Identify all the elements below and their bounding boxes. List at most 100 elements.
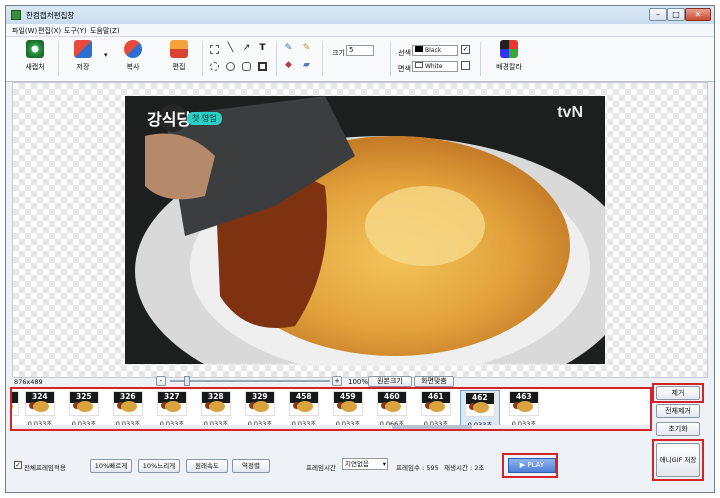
frame-thumbnail[interactable]: 324 0.033초 <box>20 390 60 429</box>
frame-thumbnail[interactable]: 4620.033초 <box>460 390 500 429</box>
fill-color-value: White <box>425 63 443 70</box>
frame-number: 458 <box>296 392 312 401</box>
frame-image: 327 <box>157 391 187 416</box>
line-color-label: 선색 <box>398 49 411 57</box>
save-icon <box>74 40 92 58</box>
show-logo: 강식당 <box>147 112 192 129</box>
menu-edit[interactable]: 편집(X) <box>38 26 61 36</box>
play-button[interactable]: ▶ PLAY <box>508 458 556 473</box>
captured-image: 강식당 첫 영업 tvN <box>125 96 605 364</box>
zoom-slider-thumb[interactable] <box>184 376 190 386</box>
toolbar-divider <box>390 42 391 76</box>
frame-number: 328 <box>208 392 224 401</box>
frame-image <box>12 391 19 416</box>
new-capture-label: 새캡처 <box>25 63 45 71</box>
frame-list[interactable]: 초3240.033초3250.033초3260.033초3270.033초328… <box>10 387 652 431</box>
camera-icon <box>26 40 44 58</box>
text-icon[interactable]: T <box>258 44 267 54</box>
scrollbar-thumb[interactable] <box>392 425 472 429</box>
size-spinner[interactable]: 5 <box>346 45 374 56</box>
save-button[interactable]: 저장 <box>68 40 98 72</box>
delete-all-button[interactable]: 전체제거 <box>656 404 700 418</box>
pen-icon[interactable]: ✎ <box>284 44 293 54</box>
arrow-icon[interactable]: ↗ <box>242 44 251 54</box>
original-size-button[interactable]: 원본크기 <box>368 376 412 387</box>
menu-tools[interactable]: 도구(Y) <box>64 26 87 36</box>
apply-all-label: 전체프레임적용 <box>24 464 66 472</box>
size-value: 5 <box>349 46 354 54</box>
line-color-checkbox[interactable]: ✓ <box>461 45 470 54</box>
rect-icon[interactable] <box>258 62 267 71</box>
fill-color-select[interactable]: White <box>412 61 458 72</box>
background-color-label: 배경칼라 <box>496 63 522 71</box>
zoom-in-button[interactable]: + <box>332 376 342 386</box>
line-color-select[interactable]: Black <box>412 45 458 56</box>
frame-image: 460 <box>377 391 407 416</box>
menu-file[interactable]: 파일(W) <box>12 26 37 36</box>
frame-thumbnail[interactable]: 327 0.033초 <box>152 390 192 429</box>
image-size: 876x489 <box>14 378 43 386</box>
frame-image: 324 <box>25 391 55 416</box>
apply-all-checkbox[interactable]: ✓ <box>14 461 22 469</box>
original-speed-button[interactable]: 원래속도 <box>186 459 228 473</box>
frame-thumbnail[interactable]: 459 0.033초 <box>328 390 368 429</box>
fit-screen-button[interactable]: 화면맞춤 <box>414 376 454 387</box>
frame-thumbnail[interactable]: 461 0.033초 <box>416 390 456 429</box>
frame-image: 461 <box>421 391 451 416</box>
minimize-button[interactable]: – <box>649 8 667 21</box>
slower-button[interactable]: 10%느리게 <box>138 459 180 473</box>
background-color-button[interactable]: 배경칼라 <box>492 40 526 72</box>
select-ellipse-icon[interactable] <box>210 62 219 71</box>
fill-color-label: 면색 <box>398 65 411 73</box>
line-color-value: Black <box>425 47 442 54</box>
zoom-out-button[interactable]: - <box>156 376 166 386</box>
reset-button[interactable]: 초기화 <box>656 422 700 436</box>
menu-bar: 파일(W) 편집(X) 도구(Y) 도움말(Z) <box>6 24 714 37</box>
toolbar-divider <box>202 42 203 76</box>
zoom-value: 100% <box>348 378 369 386</box>
horizontal-scrollbar[interactable] <box>12 425 650 429</box>
copy-label: 복사 <box>126 63 140 71</box>
save-label: 저장 <box>76 63 90 71</box>
frame-thumbnail[interactable]: 328 0.033초 <box>196 390 236 429</box>
fill-color-checkbox[interactable] <box>461 61 470 70</box>
rounded-rect-icon[interactable] <box>242 62 251 71</box>
frame-time-select[interactable]: 지연없음 ▾ <box>342 458 388 470</box>
edit-button[interactable]: 편집 <box>164 40 194 72</box>
edit-label: 편집 <box>172 63 186 71</box>
ellipse-icon[interactable] <box>226 62 235 71</box>
frame-time-label: 프레임시간 <box>306 464 336 472</box>
select-rect-icon[interactable] <box>210 45 219 54</box>
canvas-area[interactable]: 강식당 첫 영업 tvN <box>12 82 708 378</box>
frame-image: 326 <box>113 391 143 416</box>
faster-button[interactable]: 10%빠르게 <box>90 459 132 473</box>
frame-image: 328 <box>201 391 231 416</box>
copy-button[interactable]: 복사 <box>118 40 148 72</box>
close-button[interactable]: ✕ <box>685 8 711 21</box>
line-icon[interactable]: ╲ <box>226 44 235 54</box>
zoom-slider[interactable] <box>170 380 330 382</box>
new-capture-button[interactable]: 새캡처 <box>20 40 50 72</box>
eraser-icon[interactable]: ▰ <box>302 61 311 71</box>
frame-thumbnail[interactable]: 463 0.033초 <box>504 390 544 429</box>
frame-thumbnail[interactable]: 326 0.033초 <box>108 390 148 429</box>
save-dropdown-icon[interactable]: ▾ <box>104 51 108 59</box>
frame-thumbnail[interactable]: 458 0.033초 <box>284 390 324 429</box>
frame-thumbnail[interactable]: 460 0.066초 <box>372 390 412 429</box>
frame-number: 326 <box>120 392 136 401</box>
toolbar-divider <box>276 42 277 76</box>
frame-thumbnail[interactable]: 325 0.033초 <box>64 390 104 429</box>
save-gif-button[interactable]: 애니GIF 저장 <box>656 443 700 477</box>
fill-bucket-icon[interactable]: ◆ <box>284 61 293 71</box>
frame-thumbnail[interactable]: 329 0.033초 <box>240 390 280 429</box>
app-window: 한컴캡처편집창 – □ ✕ 파일(W) 편집(X) 도구(Y) 도움말(Z) 새… <box>5 5 715 493</box>
maximize-button[interactable]: □ <box>667 8 685 21</box>
reverse-button[interactable]: 역정렬 <box>232 459 270 473</box>
brush-icon[interactable]: ✎ <box>302 44 311 54</box>
menu-help[interactable]: 도움말(Z) <box>90 26 120 36</box>
delete-frame-button[interactable]: 제거 <box>656 386 700 400</box>
frame-number: 463 <box>516 392 532 401</box>
frame-image: 462 <box>465 392 495 417</box>
frame-number: 460 <box>384 392 400 401</box>
frame-options: ✓ 전체프레임적용 10%빠르게 10%느리게 원래속도 역정렬 프레임시간 지… <box>6 444 656 480</box>
